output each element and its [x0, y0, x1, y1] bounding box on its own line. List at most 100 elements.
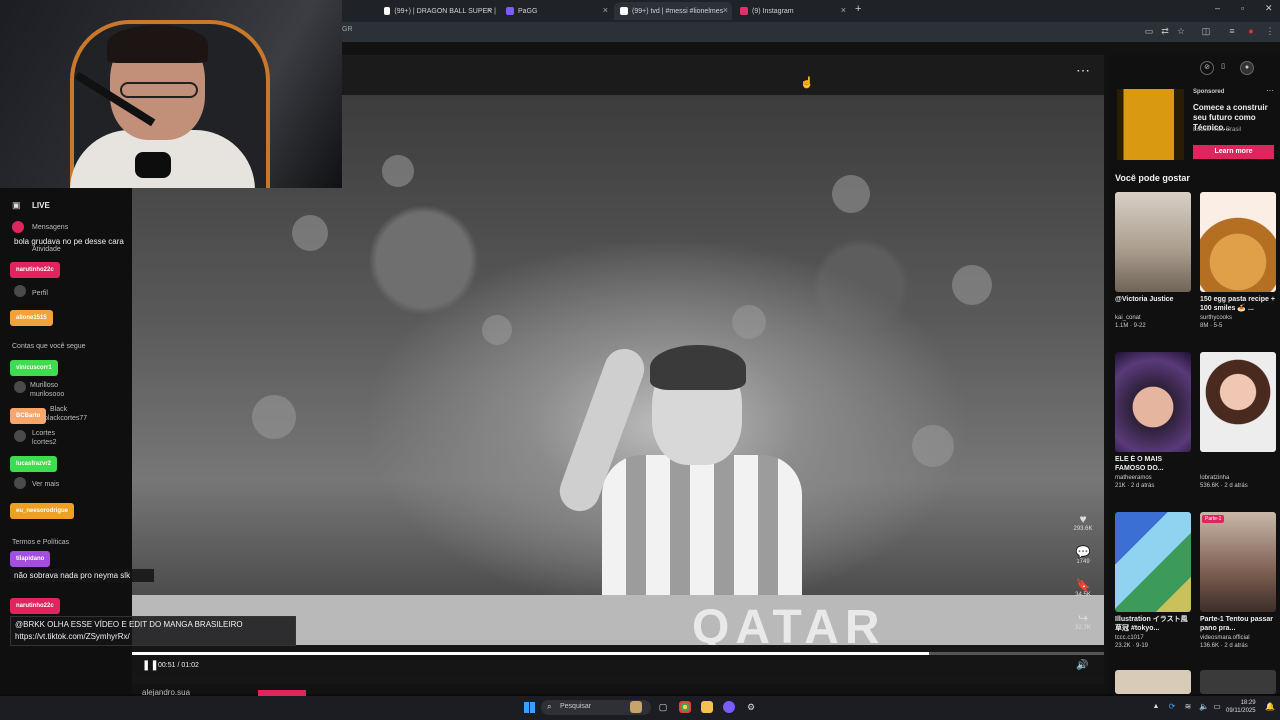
settings-icon[interactable]: ⚙ [745, 701, 757, 713]
close-window-icon[interactable]: ✕ [1265, 3, 1273, 14]
close-icon[interactable]: × [487, 5, 492, 15]
battery-icon[interactable]: ▭ [1211, 701, 1223, 713]
video-thumbnail [1200, 352, 1276, 452]
like-count: 293.6K [1073, 526, 1093, 532]
video-card-title: ELE É O MAIS FAMOSO DO... [1115, 456, 1164, 472]
sync-icon[interactable]: ⟳ [1166, 701, 1178, 713]
avatar [12, 221, 24, 233]
folder-icon[interactable] [701, 701, 713, 713]
tab-dragon-ball[interactable]: (99+) | DRAGON BALL SUPER | × [378, 2, 496, 20]
video-card-title: Illustration イラスト風 草冠 #tokyo... [1115, 616, 1188, 632]
close-icon[interactable]: × [841, 5, 846, 15]
video-card-stats: 8M · 5-5 [1200, 323, 1223, 329]
video-thumbnail[interactable] [1200, 670, 1276, 694]
chat-username: BCBarto [10, 408, 47, 424]
volume-icon[interactable]: 🔊 [1076, 660, 1088, 671]
learn-more-button[interactable]: Learn more [1193, 145, 1274, 159]
address-text[interactable]: GR [342, 26, 353, 33]
taskbar-clock[interactable]: 18:29 09/11/2025 [1226, 699, 1256, 715]
ad-more-icon[interactable]: ⋯ [1266, 86, 1274, 95]
tab-messi[interactable]: (99+) tvd | #messi #lionelmes × [614, 2, 732, 20]
chat-username: allone1515 [10, 310, 53, 326]
video-time: 00:51 / 01:02 [158, 662, 199, 669]
avatar[interactable]: ● [1240, 61, 1254, 75]
ad-thumbnail[interactable] [1117, 89, 1184, 160]
ghost-menu-item: Termos e Políticas [12, 539, 70, 546]
live-icon: ▣ [12, 200, 21, 210]
stadium-banner-text: QATAR [692, 601, 886, 645]
video-card[interactable]: 150 egg pasta recipe + 100 smiles 🍝 ... … [1200, 192, 1276, 329]
clock-time: 18:29 [1240, 700, 1256, 706]
ad-sponsored-label: Sponsored [1193, 89, 1225, 95]
close-icon[interactable]: × [723, 5, 728, 15]
video-thumbnail[interactable] [1115, 670, 1191, 694]
phone-icon[interactable]: ▯ [1216, 61, 1230, 75]
crowd-figure [292, 215, 328, 251]
microphone [135, 152, 171, 178]
player-controls [132, 655, 1104, 677]
video-card[interactable]: Illustration イラスト風 草冠 #tokyo... tccc.c10… [1115, 512, 1191, 649]
speaker-icon[interactable]: 🔈 [1198, 701, 1210, 713]
recommendations-title: Você pode gostar [1115, 173, 1190, 183]
share-button[interactable]: ↪ 32.7K [1072, 611, 1094, 631]
ghost-follow-handle: murilosooo [30, 391, 65, 398]
chat-message: não sobrava nada pro neyma slk [10, 569, 154, 582]
maximize-icon[interactable]: ▫ [1241, 3, 1244, 13]
windows-start-icon[interactable] [524, 702, 535, 713]
app-icon[interactable] [723, 701, 735, 713]
crowd-figure [482, 315, 512, 345]
avatar [14, 285, 26, 297]
cast-icon[interactable]: ▭ [1143, 25, 1155, 37]
video-card[interactable]: Parte-1 Parte-1 Tentou passar pano pra..… [1200, 512, 1276, 649]
menu-icon[interactable]: ≡ [1226, 25, 1238, 37]
minimize-icon[interactable]: – [1215, 3, 1220, 13]
more-options-button[interactable]: ⋯ [1076, 62, 1090, 79]
crowd-figure [952, 265, 992, 305]
video-card-title: Parte-1 Tentou passar pano pra... [1200, 616, 1274, 632]
ghost-menu-item: Mensagens [32, 224, 69, 231]
tiktok-icon [384, 7, 391, 15]
ghost-follow-name: Murilloso [30, 382, 59, 389]
profile-icon[interactable]: ● [1245, 25, 1257, 37]
ghost-menu-item: Atividade [32, 246, 61, 253]
pause-icon[interactable]: ❚❚ [142, 660, 159, 671]
widgets-icon[interactable] [630, 701, 642, 713]
avatar [14, 477, 26, 489]
chat-username: narutinho22c [10, 262, 60, 278]
comment-icon: 💬 [1075, 545, 1091, 559]
live-label[interactable]: LIVE [32, 201, 50, 210]
video-card-stats: 21K · 2 d atrás [1115, 483, 1155, 489]
save-button[interactable]: 🔖 34.5K [1072, 578, 1094, 598]
taskbar-search-label: Pesquisar [560, 703, 592, 710]
chat-message: @BRKK OLHA ESSE VÍDEO E EDIT DO MANGA BR… [10, 616, 296, 646]
chat-username: vinicuscorr1 [10, 360, 58, 376]
video-thumbnail [1115, 512, 1191, 612]
streamer-hair [107, 25, 208, 63]
avatar [14, 381, 26, 393]
video-card[interactable]: lobratzinha 536.6K · 2 d atrás [1200, 352, 1276, 489]
no-sign-icon[interactable]: ⊘ [1200, 61, 1214, 75]
video-card[interactable]: @Victoria Justice kai_conat 1.1M · 9-22 [1115, 192, 1191, 329]
tab-pagg[interactable]: PaGG × [500, 2, 612, 20]
wifi-icon[interactable]: ≋ [1182, 701, 1194, 713]
extensions-icon[interactable]: ◫ [1200, 25, 1212, 37]
notification-icon[interactable]: 🔔 [1264, 701, 1276, 713]
video-thumbnail [1115, 192, 1191, 292]
chevron-up-icon[interactable]: ▲ [1150, 701, 1162, 713]
video-card[interactable]: ELE É O MAIS FAMOSO DO... matheeramos 21… [1115, 352, 1191, 489]
translate-icon[interactable]: ⇄ [1159, 25, 1171, 37]
video-card-author: matheeramos [1115, 475, 1152, 481]
task-view-icon[interactable]: ▢ [657, 701, 669, 713]
video-card-stats: 1.1M · 9-22 [1115, 323, 1146, 329]
video-card-stats: 136.6K · 2 d atrás [1200, 643, 1248, 649]
close-icon[interactable]: × [603, 5, 608, 15]
kebab-icon[interactable]: ⋮ [1264, 25, 1276, 37]
instagram-icon [740, 7, 748, 15]
like-button[interactable]: ♥ 293.6K [1072, 512, 1094, 532]
video-card-title [1200, 455, 1276, 473]
tab-instagram[interactable]: (9) Instagram × [734, 2, 850, 20]
star-icon[interactable]: ☆ [1175, 25, 1187, 37]
comment-button[interactable]: 💬 1749 [1072, 545, 1094, 565]
chrome-icon[interactable] [679, 701, 691, 713]
new-tab-button[interactable]: + [855, 3, 861, 15]
